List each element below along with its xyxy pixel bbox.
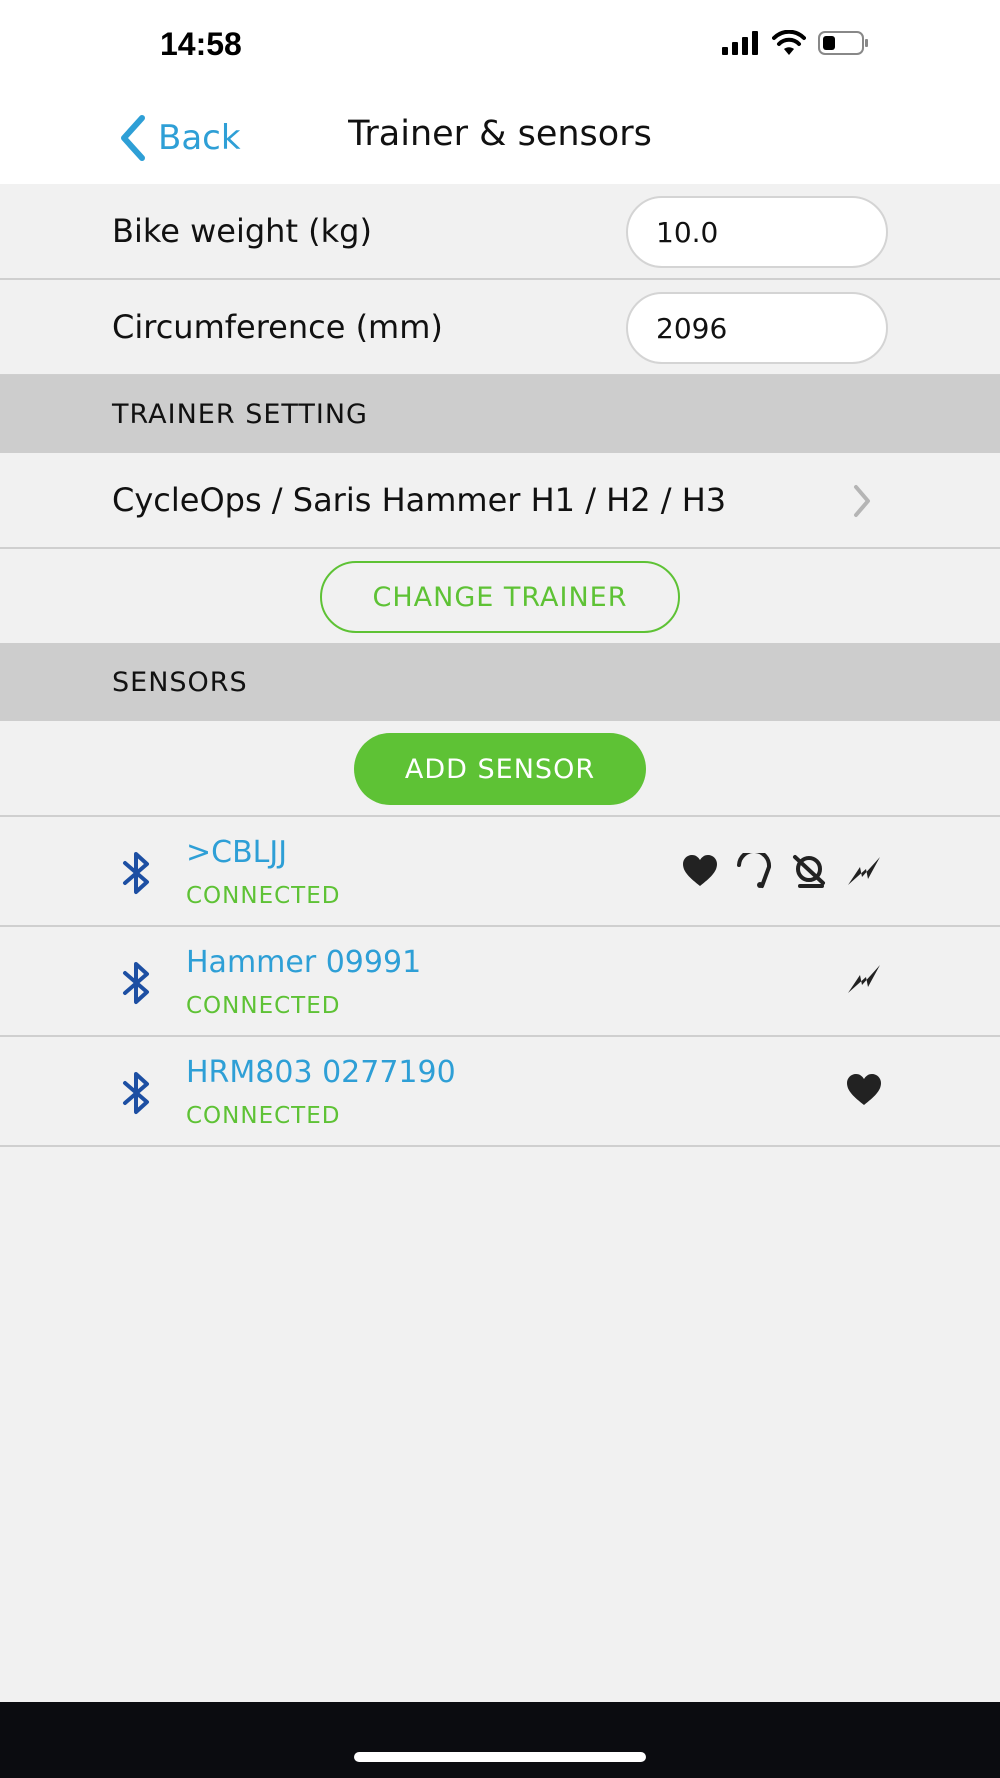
sensors-header-label: SENSORS <box>112 667 248 698</box>
speed-icon <box>737 853 772 888</box>
chevron-right-icon <box>854 485 870 517</box>
home-indicator[interactable] <box>354 1752 646 1762</box>
power-icon <box>848 965 880 993</box>
circumference-label: Circumference (mm) <box>112 308 443 346</box>
sensor-name: HRM803 0277190 <box>186 1055 456 1090</box>
page-title: Trainer & sensors <box>348 114 652 154</box>
sensor-type-icons <box>682 853 882 889</box>
status-icons <box>722 30 870 56</box>
battery-icon <box>818 31 868 55</box>
sensor-status: CONNECTED <box>186 993 341 1019</box>
change-trainer-button[interactable]: CHANGE TRAINER <box>320 561 680 633</box>
sensor-row[interactable]: HRM803 0277190 CONNECTED <box>0 1037 1000 1147</box>
add-sensor-row: ADD SENSOR <box>0 721 1000 817</box>
wifi-icon <box>772 30 806 55</box>
trainer-name: CycleOps / Saris Hammer H1 / H2 / H3 <box>112 481 727 519</box>
trainer-select-row[interactable]: CycleOps / Saris Hammer H1 / H2 / H3 <box>0 453 1000 549</box>
sensor-row[interactable]: Hammer 09991 CONNECTED <box>0 927 1000 1037</box>
trainer-setting-header: TRAINER SETTING <box>0 375 1000 453</box>
circumference-input[interactable] <box>626 292 888 364</box>
bike-weight-input[interactable] <box>626 196 888 268</box>
trainer-setting-header-label: TRAINER SETTING <box>112 399 368 430</box>
change-trainer-row: CHANGE TRAINER <box>0 551 1000 643</box>
circumference-row: Circumference (mm) <box>0 280 1000 376</box>
sensor-name: Hammer 09991 <box>186 945 422 980</box>
bike-weight-row: Bike weight (kg) <box>0 184 1000 280</box>
bike-weight-label: Bike weight (kg) <box>112 212 372 250</box>
heart-icon <box>683 855 717 886</box>
sensor-status: CONNECTED <box>186 883 341 909</box>
signal-icon <box>722 31 758 55</box>
sensor-status: CONNECTED <box>186 1103 341 1129</box>
status-bar: 14:58 <box>0 0 1000 90</box>
sensor-type-icons <box>846 963 882 995</box>
cadence-icon <box>793 855 825 888</box>
sensor-name: >CBLJJ <box>186 835 288 870</box>
heart-icon <box>847 1074 881 1105</box>
bluetooth-icon <box>123 852 149 894</box>
sensor-type-icons <box>846 1073 882 1107</box>
power-icon <box>848 857 880 885</box>
status-time: 14:58 <box>160 26 242 62</box>
add-sensor-button[interactable]: ADD SENSOR <box>354 733 646 805</box>
sensor-row[interactable]: >CBLJJ CONNECTED <box>0 817 1000 927</box>
home-bar <box>0 1702 1000 1778</box>
bluetooth-icon <box>123 962 149 1004</box>
sensors-header: SENSORS <box>0 643 1000 721</box>
bluetooth-icon <box>123 1072 149 1114</box>
nav-bar: Back Trainer & sensors <box>0 90 1000 184</box>
